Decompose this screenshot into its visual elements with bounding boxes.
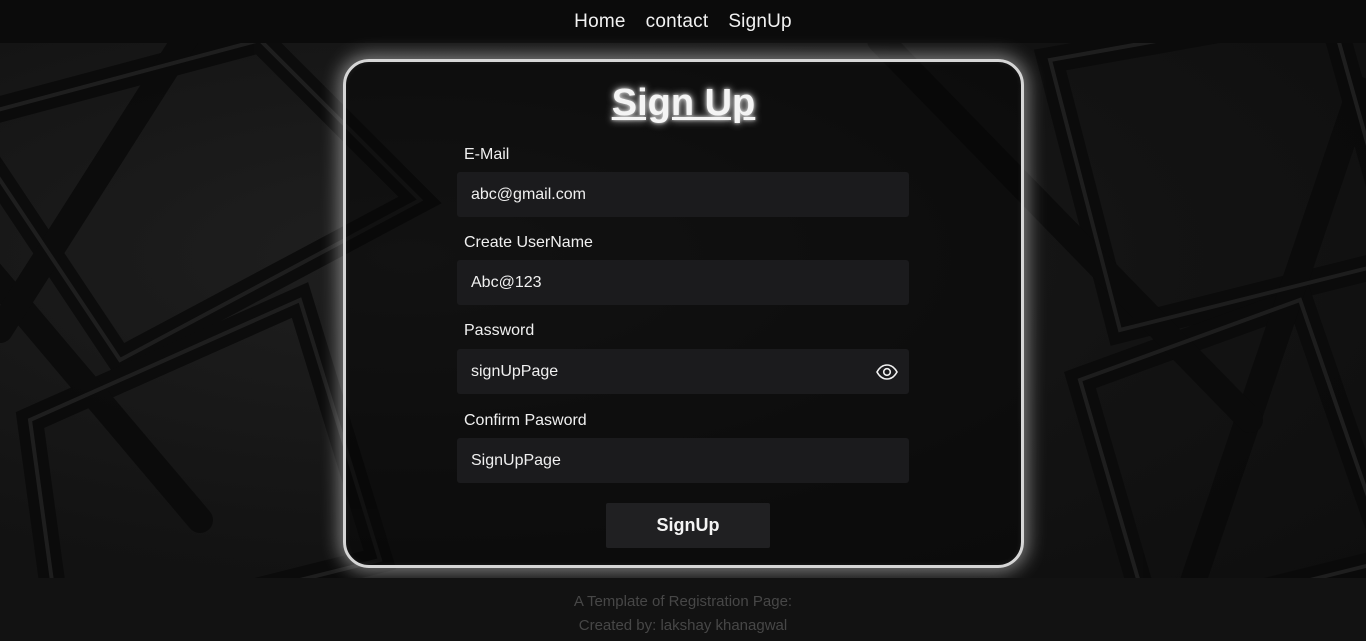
username-field-container	[457, 260, 909, 305]
page-footer: A Template of Registration Page: Created…	[0, 578, 1366, 641]
password-field-container	[457, 349, 909, 394]
nav-home-link[interactable]: Home	[574, 11, 625, 33]
confirm-password-label: Confirm Pasword	[464, 412, 587, 429]
email-label: E-Mail	[464, 146, 510, 163]
footer-line-credit: Created by: lakshay khanagwal	[578, 617, 788, 634]
email-field-container	[457, 172, 909, 217]
confirm-password-field-container	[457, 438, 909, 483]
nav-contact-link[interactable]: contact	[646, 11, 709, 33]
nav-signup-link[interactable]: SignUp	[728, 11, 792, 33]
username-field[interactable]	[471, 273, 899, 292]
signup-card: Sign Up E-Mail Create UserName Password …	[343, 59, 1024, 568]
confirm-password-field[interactable]	[471, 451, 899, 470]
password-label: Password	[464, 322, 535, 339]
username-label: Create UserName	[464, 234, 593, 251]
email-field[interactable]	[471, 185, 899, 204]
eye-icon[interactable]	[875, 360, 899, 384]
signup-title: Sign Up	[611, 82, 756, 124]
top-navbar: Home contact SignUp	[0, 0, 1366, 43]
password-field[interactable]	[471, 362, 875, 381]
footer-line-template: A Template of Registration Page:	[573, 593, 793, 610]
signup-submit-button[interactable]: SignUp	[606, 503, 770, 548]
